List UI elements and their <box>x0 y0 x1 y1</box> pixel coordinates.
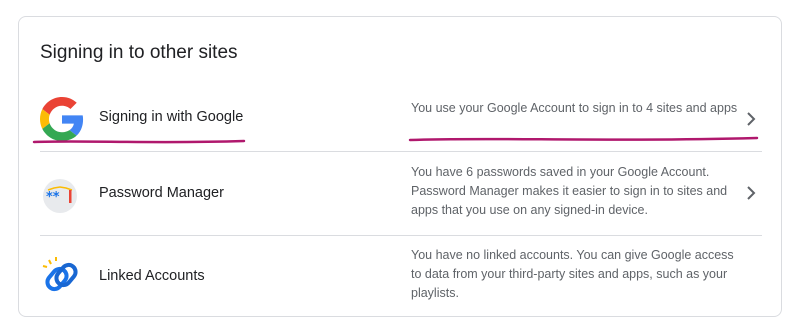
row-password-manager[interactable]: ** Password Manager You have 6 passwords… <box>40 152 762 236</box>
password-manager-icon: ** <box>43 179 77 213</box>
google-g-icon <box>40 97 84 141</box>
section-title: Signing in to other sites <box>40 42 238 63</box>
row-signing-in-with-google[interactable]: Signing in with Google You use your Goog… <box>40 87 762 152</box>
row-label: Linked Accounts <box>99 268 205 284</box>
row-linked-accounts[interactable]: Linked Accounts You have no linked accou… <box>40 236 762 318</box>
row-label: Password Manager <box>99 185 224 201</box>
chevron-right-icon[interactable] <box>745 185 757 201</box>
row-description: You have no linked accounts. You can giv… <box>411 248 734 300</box>
signing-in-card: Signing in to other sites Signing in wit… <box>18 16 782 317</box>
row-description: You use your Google Account to sign in t… <box>411 101 738 115</box>
row-description: You have 6 passwords saved in your Googl… <box>411 165 728 217</box>
svg-text:**: ** <box>46 190 60 205</box>
row-label: Signing in with Google <box>99 109 244 125</box>
linked-accounts-icon <box>42 257 78 292</box>
chevron-right-icon[interactable] <box>745 111 757 127</box>
